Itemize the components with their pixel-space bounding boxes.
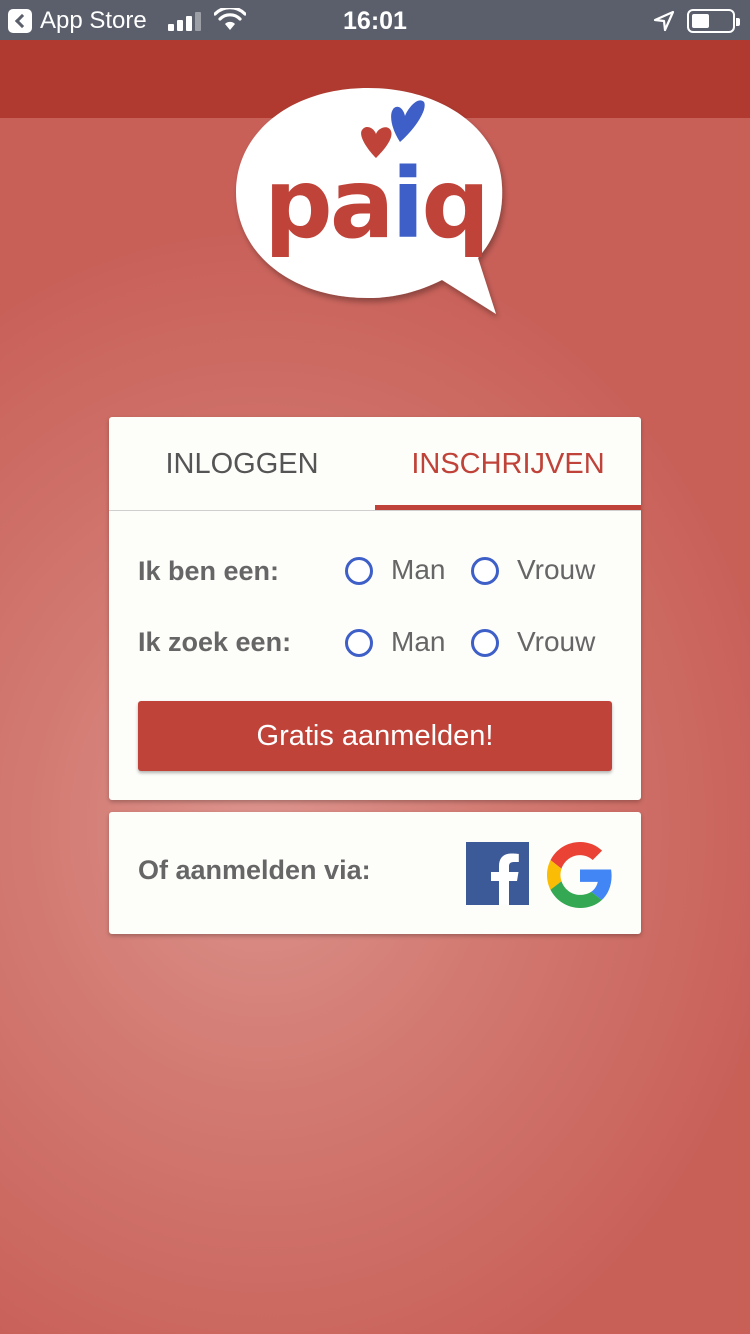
status-bar: App Store 16:01 [0,0,750,40]
seeking-man-label[interactable]: Man [391,626,445,658]
battery-icon [687,9,740,33]
clock: 16:01 [343,7,407,35]
tab-signup[interactable]: INSCHRIJVEN [375,417,641,511]
i-am-man-radio[interactable] [345,557,373,585]
active-tab-indicator [375,505,641,510]
i-am-man-label[interactable]: Man [391,554,445,586]
facebook-icon[interactable] [466,842,529,905]
i-am-woman-radio[interactable] [471,557,499,585]
paiq-logo: paiq [228,82,518,322]
social-signup-label: Of aanmelden via: [138,855,371,885]
i-am-woman-label[interactable]: Vrouw [517,554,595,586]
auth-card: INLOGGEN INSCHRIJVEN Ik ben een: Man Vro… [109,417,641,800]
social-signup-card: Of aanmelden via: [109,812,641,934]
i-am-label: Ik ben een: [138,556,280,586]
auth-tabs: INLOGGEN INSCHRIJVEN [109,417,641,511]
logo-wordmark: paiq [264,148,490,260]
location-arrow-icon [653,10,675,32]
free-signup-button[interactable]: Gratis aanmelden! [138,701,612,771]
google-icon[interactable] [547,842,613,908]
tab-divider [109,510,641,511]
tab-login[interactable]: INLOGGEN [109,417,375,511]
seeking-woman-radio[interactable] [471,629,499,657]
seeking-woman-label[interactable]: Vrouw [517,626,595,658]
seeking-man-radio[interactable] [345,629,373,657]
seeking-label: Ik zoek een: [138,627,292,657]
